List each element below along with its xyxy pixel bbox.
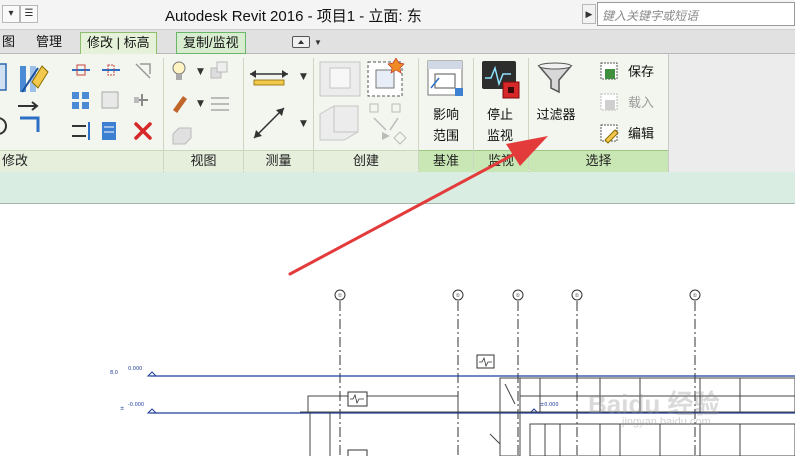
tab-modify-levels[interactable]: 修改 | 标高 [80,32,157,54]
level-tag: ±0.000 [540,402,559,408]
grid-bubble-label: ① [516,293,521,299]
save-selection-icon [600,62,618,80]
modify-tools-icon-group[interactable] [0,60,163,148]
quick-access-dropdown-button[interactable]: ▾ [2,5,20,23]
view-tools-icon-group[interactable]: ▼ ▼ [165,58,243,150]
level-tag: ± [120,406,124,412]
search-expand-arrow[interactable]: ▶ [582,4,596,24]
svg-text:▼: ▼ [197,99,204,109]
panel-label-selection: 选择 [529,150,668,172]
stop-monitor-button-label-line2[interactable]: 监视 [478,125,522,146]
level-tag: -0.000 [128,402,144,408]
grid-bubble-label: ① [338,293,343,299]
edit-selection-button[interactable]: 编辑 [628,125,654,143]
monitor-tag-icon [476,354,495,369]
load-selection-icon [600,93,618,111]
svg-text:▼: ▼ [197,67,204,77]
monitor-tag-icon [347,449,368,456]
app-title: Autodesk Revit 2016 - 项目1 - 立面: 东 [165,8,422,25]
measure-tools-icon-group[interactable]: ▼ ▼ [248,60,312,146]
grid-bubble-label: ① [693,293,698,299]
edit-selection-icon [600,124,619,144]
options-bar [0,172,795,204]
tab-manage[interactable]: 管理 [30,32,68,54]
title-bar: ▾ ☰ Autodesk Revit 2016 - 项目1 - 立面: 东 ▶ … [0,0,795,30]
stop-monitor-button-label-line1[interactable]: 停止 [478,104,522,125]
tab-view[interactable]: 图 [0,32,21,54]
panel-label-create: 创建 [314,150,418,172]
filter-button-label[interactable]: 过滤器 [530,104,582,125]
chevron-down-icon: ▼ [314,38,322,47]
panel-label-view: 视图 [164,150,243,172]
create-tools-icon-group[interactable] [318,58,418,148]
scope-box-button-label-line2[interactable]: 范围 [424,125,468,146]
panel-label-modify: 修改 [0,150,163,172]
level-tag: 0.000 [128,366,142,372]
svg-text:▼: ▼ [300,119,307,129]
ribbon-empty-area [668,54,795,172]
save-selection-button[interactable]: 保存 [628,63,654,81]
ribbon-tab-strip: 图 管理 修改 | 标高 复制/监视 ▼ [0,30,795,54]
quick-access-menu-button[interactable]: ☰ [20,5,38,23]
grid-bubble-label: ① [456,293,461,299]
filter-icon [537,62,573,94]
grid-bubble-label: ① [575,293,580,299]
search-input[interactable]: 键入关键字或短语 [597,2,795,26]
scope-box-button-label-line1[interactable]: 影响 [424,104,468,125]
ribbon-minimize-icon [292,36,310,48]
watermark-url: jingyan.baidu.com [622,416,711,428]
svg-text:▼: ▼ [300,72,307,82]
level-tag: 8.0 [110,370,118,376]
stop-monitor-icon [482,61,520,99]
panel-label-datum: 基准 [419,150,473,172]
panel-label-measure: 测量 [244,150,313,172]
load-selection-button[interactable]: 载入 [628,94,654,112]
ribbon-display-toggle[interactable]: ▼ [292,36,324,50]
panel-label-monitor: 监视 [474,150,528,172]
scope-box-icon [427,60,463,96]
monitor-tag-icon [347,391,368,407]
tab-copy-monitor[interactable]: 复制/监视 [176,32,246,54]
